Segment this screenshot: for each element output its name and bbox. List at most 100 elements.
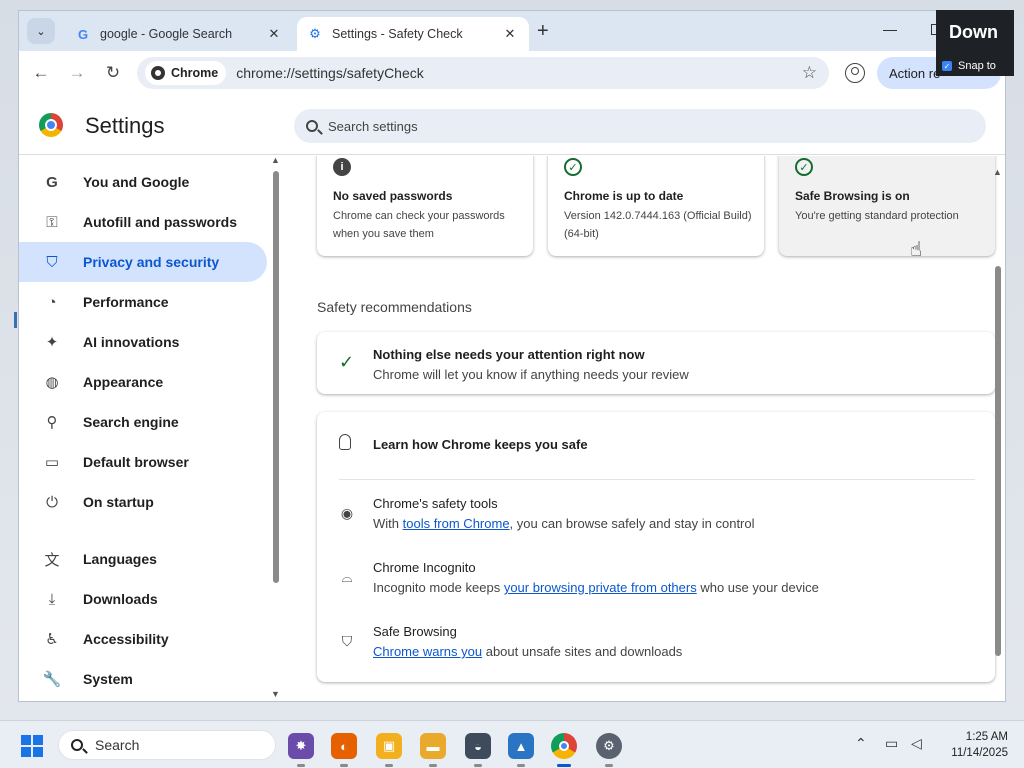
main-scroll-down-arrow[interactable]: ▼ (993, 699, 1002, 701)
taskbar: Search ✸ ◐ ▣ ▬ ◒ ▲ ⚙ ⌃ ▭ ◁ 1:25 AM 11/14… (0, 720, 1024, 768)
file-explorer-icon[interactable]: ▬ (420, 733, 446, 767)
palette-icon: ◍ (45, 374, 59, 391)
browser-toolbar: ← → ↻ Chrome chrome://settings/safetyChe… (19, 51, 1005, 95)
bookmark-star-icon[interactable]: ☆ (802, 63, 817, 83)
settings-gear-icon[interactable]: ⚙ (596, 733, 622, 767)
row-desc: Incognito mode keeps your browsing priva… (373, 580, 819, 595)
forward-button[interactable]: → (66, 62, 88, 84)
recommendation-title: Nothing else needs your attention right … (373, 347, 645, 362)
sidebar-item-label: Default browser (83, 454, 189, 470)
tab-title: Settings - Safety Check (332, 27, 463, 41)
row-title: Chrome's safety tools (373, 496, 498, 511)
sidebar-item-system[interactable]: 🔧 System (19, 659, 267, 699)
back-button[interactable]: ← (30, 62, 52, 84)
url-text[interactable]: chrome://settings/safetyCheck (236, 65, 424, 81)
sidebar-item-appearance[interactable]: ◍ Appearance (19, 362, 267, 402)
snap-overlay: Down ✓ Snap to (936, 10, 1014, 76)
chrome-logo-icon (39, 113, 63, 137)
sidebar-item-ai-innovations[interactable]: ✦ AI innovations (19, 322, 267, 362)
settings-gear-icon: ⚙ (309, 26, 321, 41)
list-item: ◉ Chrome's safety tools With tools from … (317, 496, 995, 546)
chrome-icon[interactable] (551, 733, 577, 767)
card-title: No saved passwords (333, 189, 453, 203)
update-check-card[interactable]: ✓ Chrome is up to date Version 142.0.744… (548, 156, 764, 256)
settings-sidebar: G You and Google ⚿ Autofill and password… (19, 156, 281, 701)
browsing-private-link[interactable]: your browsing private from others (504, 580, 697, 595)
sidebar-item-languages[interactable]: 文 Languages (19, 539, 267, 579)
tab-title: google - Google Search (100, 27, 233, 41)
minimize-button[interactable] (883, 21, 897, 31)
close-icon[interactable]: ✕ (501, 26, 519, 42)
chrome-warns-you-link[interactable]: Chrome warns you (373, 644, 482, 659)
search-settings-input[interactable]: Search settings (294, 109, 986, 143)
section-heading: Safety recommendations (317, 299, 472, 315)
sidebar-item-you-and-google[interactable]: G You and Google (19, 162, 267, 202)
sidebar-scrollbar[interactable] (273, 171, 279, 583)
taskbar-app-icon[interactable]: ▣ (376, 733, 402, 767)
sidebar-item-accessibility[interactable]: ♿ Accessibility (19, 619, 267, 659)
volume-icon[interactable]: ◁ (911, 735, 922, 752)
tab-google-search[interactable]: G google - Google Search ✕ (65, 17, 293, 51)
browser-window: ⌄ G google - Google Search ✕ ⚙ Settings … (18, 10, 1006, 702)
password-check-card[interactable]: i No saved passwords Chrome can check yo… (317, 156, 533, 256)
hand-cursor-icon: ☝ (910, 239, 923, 261)
checkbox-icon[interactable]: ✓ (942, 61, 952, 71)
shield-icon: ⛉ (46, 253, 58, 271)
taskbar-search[interactable]: Search (58, 730, 276, 760)
taskbar-search-label: Search (95, 737, 140, 753)
chip-label: Chrome (171, 66, 219, 80)
main-scroll-up-arrow[interactable]: ▲ (993, 167, 1002, 177)
google-g-icon: G (46, 173, 58, 191)
sidebar-item-label: Downloads (83, 591, 158, 607)
row-desc: Chrome warns you about unsafe sites and … (373, 644, 682, 659)
safe-browsing-card[interactable]: ✓ Safe Browsing is on You're getting sta… (779, 156, 995, 256)
chevron-up-icon[interactable]: ⌃ (855, 735, 867, 752)
card-desc: Version 142.0.7444.163 (Official Build) … (564, 210, 752, 240)
sidebar-item-label: Accessibility (83, 631, 169, 647)
accessibility-icon: ♿ (45, 631, 59, 648)
settings-header: Settings Search settings (19, 95, 1005, 155)
sidebar-item-label: On startup (83, 494, 154, 510)
sidebar-item-downloads[interactable]: ⤓ Downloads (19, 579, 267, 619)
overlay-title: Down (949, 22, 998, 42)
sidebar-item-on-startup[interactable]: ⏻ On startup (19, 482, 267, 522)
address-bar[interactable]: Chrome chrome://settings/safetyCheck ☆ (137, 57, 829, 89)
tab-search-button[interactable]: ⌄ (27, 18, 55, 44)
list-item: ⛉ Safe Browsing Chrome warns you about u… (317, 624, 995, 674)
clock-date: 11/14/2025 (951, 747, 1008, 759)
site-info-chip[interactable]: Chrome (145, 61, 227, 85)
sidebar-item-performance[interactable]: ◔ Performance (19, 282, 267, 322)
main-scrollbar[interactable] (995, 266, 1001, 656)
start-button[interactable] (21, 735, 43, 757)
firefox-icon[interactable]: ◐ (331, 733, 357, 767)
incognito-icon: ⌓ (341, 568, 353, 585)
info-icon: i (333, 158, 351, 176)
new-tab-button[interactable]: + (537, 20, 549, 43)
sidebar-item-search-engine[interactable]: ⚲ Search engine (19, 402, 267, 442)
photos-icon[interactable]: ▲ (508, 733, 534, 767)
sidebar-item-label: Privacy and security (83, 254, 220, 270)
recommendation-desc: Chrome will let you know if anything nee… (373, 367, 689, 382)
sidebar-item-label: You and Google (83, 174, 190, 190)
learn-card: Learn how Chrome keeps you safe ◉ Chrome… (317, 412, 995, 682)
taskbar-app-icon[interactable]: ◒ (465, 733, 491, 767)
close-icon[interactable]: ✕ (265, 26, 283, 42)
network-icon[interactable]: ▭ (885, 735, 898, 752)
reload-button[interactable]: ↻ (102, 62, 124, 84)
sidebar-scroll-up-arrow[interactable]: ▲ (271, 155, 280, 165)
speedometer-icon: ◔ (47, 293, 57, 311)
clock-time: 1:25 AM (965, 731, 1008, 743)
profile-icon[interactable] (845, 63, 865, 83)
sidebar-item-default-browser[interactable]: ▭ Default browser (19, 442, 267, 482)
tab-settings[interactable]: ⚙ Settings - Safety Check ✕ (297, 17, 529, 51)
sidebar-scroll-down-arrow[interactable]: ▼ (271, 689, 280, 699)
page-title: Settings (85, 113, 165, 138)
chrome-icon (151, 66, 165, 80)
sidebar-item-autofill[interactable]: ⚿ Autofill and passwords (19, 202, 267, 242)
system-clock[interactable]: 1:25 AM 11/14/2025 (942, 729, 1008, 761)
settings-main: i No saved passwords Chrome can check yo… (281, 156, 1005, 701)
taskbar-app-icon[interactable]: ✸ (288, 733, 314, 767)
sparkle-icon: ✦ (45, 334, 59, 351)
tools-from-chrome-link[interactable]: tools from Chrome (403, 516, 510, 531)
sidebar-item-privacy[interactable]: ⛉ Privacy and security (19, 242, 267, 282)
